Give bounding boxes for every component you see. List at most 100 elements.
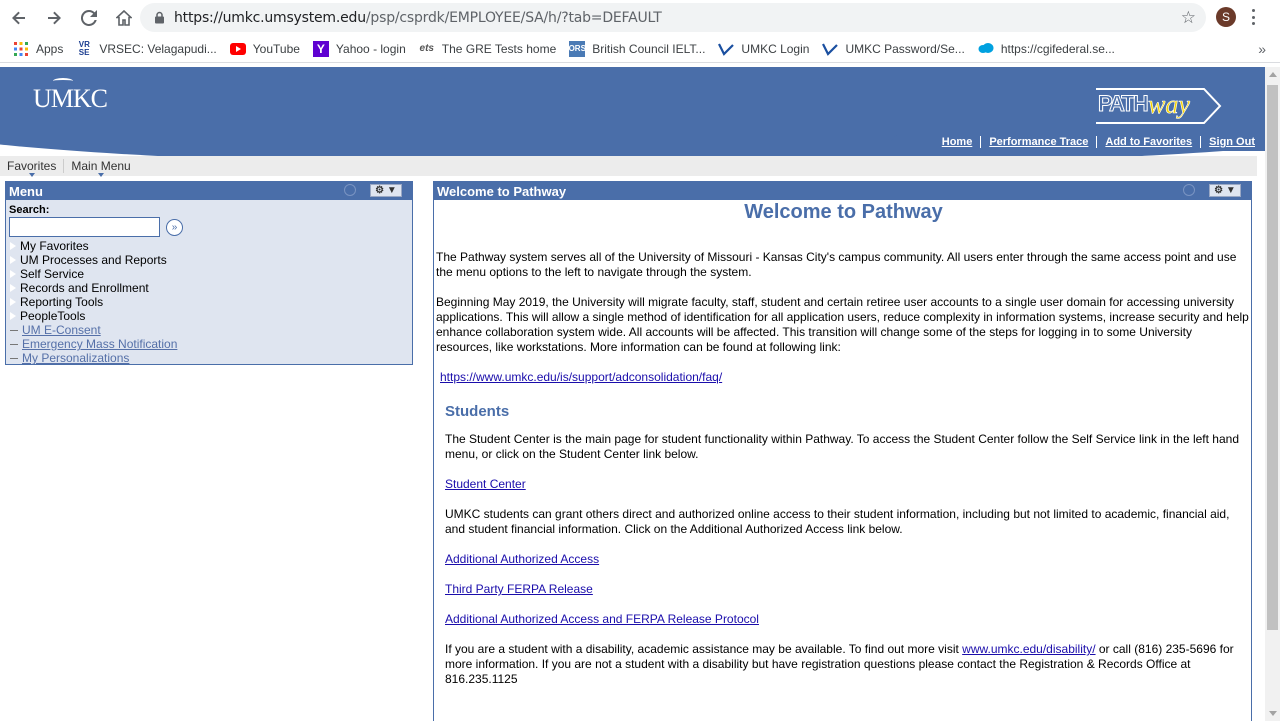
bookmark-gre[interactable]: ets The GRE Tests home — [419, 41, 557, 57]
menu-folder-self-service[interactable]: Self Service — [9, 267, 409, 281]
migration-paragraph: Beginning May 2019, the University will … — [436, 295, 1249, 354]
vrsec-icon: VR SE — [78, 39, 90, 57]
bookmark-cgifederal[interactable]: https://cgifederal.se... — [978, 41, 1115, 57]
menu-pagelet-header: Menu ⚙ ▼ — [6, 182, 412, 200]
reload-button[interactable] — [73, 2, 105, 34]
menu-tree: My Favorites UM Processes and Reports Se… — [9, 239, 409, 365]
menu-folder-records-enrollment[interactable]: Records and Enrollment — [9, 281, 409, 295]
disability-text-a: If you are a student with a disability, … — [445, 642, 963, 656]
pagelet-options-button[interactable]: ⚙ ▼ — [1209, 184, 1241, 197]
bookmark-label: UMKC Password/Se... — [845, 41, 965, 56]
menu-folder-peopletools[interactable]: PeopleTools — [9, 309, 409, 323]
url-text: https://umkc.umsystem.edu/psp/csprdk/EMP… — [174, 10, 662, 26]
tree-dash — [10, 357, 18, 359]
intro-paragraph: The Pathway system serves all of the Uni… — [436, 250, 1237, 279]
tree-dash — [10, 329, 18, 331]
yahoo-icon: Y — [312, 40, 329, 57]
home-button[interactable] — [108, 2, 140, 34]
folder-label: Records and Enrollment — [20, 281, 149, 295]
ferpa-protocol-link[interactable]: Additional Authorized Access and FERPA R… — [445, 612, 759, 626]
main-menubar: Favorites Main Menu — [0, 156, 1257, 177]
expand-triangle-icon — [9, 241, 16, 251]
emergency-notification-link[interactable]: Emergency Mass Notification — [22, 337, 177, 351]
bookmark-umkc-password[interactable]: UMKC Password/Se... — [822, 41, 965, 57]
chevron-down-icon — [28, 173, 35, 177]
refresh-icon[interactable] — [1183, 184, 1195, 196]
folder-label: PeopleTools — [20, 309, 86, 323]
bookmark-label: UMKC Login — [741, 41, 810, 56]
scrollbar-thumb[interactable] — [1267, 85, 1278, 630]
forward-button[interactable] — [38, 2, 70, 34]
menu-pagelet-title: Menu — [9, 183, 43, 199]
bookmark-star-icon[interactable]: ☆ — [1181, 8, 1196, 28]
scroll-down-icon[interactable] — [1269, 711, 1277, 716]
bookmark-apps[interactable]: Apps — [13, 41, 63, 57]
more-bookmarks-icon[interactable]: » — [1258, 41, 1266, 57]
student-center-link[interactable]: Student Center — [445, 477, 526, 491]
bookmark-label: Yahoo - login — [335, 41, 406, 56]
expand-triangle-icon — [9, 297, 16, 307]
sign-out-link[interactable]: Sign Out — [1200, 136, 1263, 148]
bookmark-youtube[interactable]: YouTube — [229, 41, 300, 57]
welcome-pagelet-header: Welcome to Pathway ⚙ ▼ — [434, 182, 1251, 200]
bookmark-ielts[interactable]: ORS British Council IELT... — [569, 40, 705, 57]
chevron-down-icon: ▼ — [1225, 185, 1236, 196]
page-viewport: UMKC PATH way Home Performance Trace Add… — [0, 67, 1265, 721]
menu-search-input[interactable] — [9, 217, 160, 237]
bookmark-label: The GRE Tests home — [441, 41, 557, 56]
double-chevron-right-icon: » — [171, 221, 178, 233]
folder-label: Self Service — [20, 267, 85, 281]
students-heading: Students — [445, 403, 510, 420]
gear-icon: ⚙ — [1214, 185, 1224, 196]
bookmark-label: Apps — [36, 41, 64, 56]
profile-avatar[interactable]: S — [1216, 7, 1236, 27]
um-econsent-link[interactable]: UM E-Consent — [22, 323, 101, 337]
menu-folder-um-processes[interactable]: UM Processes and Reports — [9, 253, 409, 267]
expand-triangle-icon — [9, 269, 16, 279]
my-personalizations-link[interactable]: My Personalizations — [22, 351, 129, 365]
browser-menu-icon[interactable] — [1252, 9, 1256, 25]
bookmark-vrsec[interactable]: VR SE VRSEC: Velagapudi... — [76, 39, 217, 57]
scroll-up-icon[interactable] — [1269, 72, 1277, 77]
search-go-button[interactable]: » — [166, 218, 183, 236]
chevron-down-icon: ▼ — [386, 185, 397, 196]
page-scrollbar[interactable] — [1265, 67, 1280, 721]
tree-dash — [10, 343, 18, 345]
additional-authorized-access-link[interactable]: Additional Authorized Access — [445, 552, 599, 566]
expand-triangle-icon — [9, 255, 16, 265]
faq-link[interactable]: https://www.umkc.edu/is/support/adconsol… — [440, 370, 722, 384]
ielts-icon: ORS — [569, 40, 586, 57]
bookmark-label: VRSEC: Velagapudi... — [99, 41, 217, 56]
address-bar[interactable]: https://umkc.umsystem.edu/psp/csprdk/EMP… — [140, 3, 1206, 32]
performance-trace-link[interactable]: Performance Trace — [980, 136, 1096, 148]
youtube-icon — [229, 41, 246, 57]
favorites-menu[interactable]: Favorites — [0, 159, 65, 177]
search-label: Search: — [9, 204, 50, 216]
home-link[interactable]: Home — [934, 136, 981, 148]
ets-icon: ets — [419, 43, 434, 54]
bookmark-label: https://cgifederal.se... — [1000, 41, 1115, 56]
menu-folder-reporting-tools[interactable]: Reporting Tools — [9, 295, 409, 309]
folder-label: My Favorites — [20, 239, 89, 253]
welcome-heading: Welcome to Pathway — [744, 201, 943, 223]
svg-text:way: way — [1148, 90, 1190, 119]
student-center-paragraph: The Student Center is the main page for … — [445, 432, 1240, 461]
add-to-favorites-link[interactable]: Add to Favorites — [1096, 136, 1200, 148]
main-menu[interactable]: Main Menu — [64, 159, 137, 177]
url-host: https://umkc.umsystem.edu — [174, 9, 366, 26]
back-button[interactable] — [3, 2, 35, 34]
banner-curve — [0, 77, 1265, 167]
pagelet-options-button[interactable]: ⚙ ▼ — [370, 184, 402, 197]
menu-link-um-econsent: UM E-Consent — [9, 323, 409, 337]
apps-grid-icon — [13, 41, 29, 57]
menu-folder-my-favorites[interactable]: My Favorites — [9, 239, 409, 253]
refresh-icon[interactable] — [344, 184, 356, 196]
ferpa-release-link[interactable]: Third Party FERPA Release — [445, 582, 593, 596]
welcome-pagelet-title: Welcome to Pathway — [437, 183, 567, 199]
expand-triangle-icon — [9, 283, 16, 293]
gear-icon: ⚙ — [375, 185, 385, 196]
bookmark-yahoo[interactable]: Y Yahoo - login — [312, 40, 406, 57]
folder-label: UM Processes and Reports — [20, 253, 167, 267]
disability-link[interactable]: www.umkc.edu/disability/ — [962, 642, 1095, 656]
bookmark-umkc-login[interactable]: UMKC Login — [718, 41, 809, 57]
